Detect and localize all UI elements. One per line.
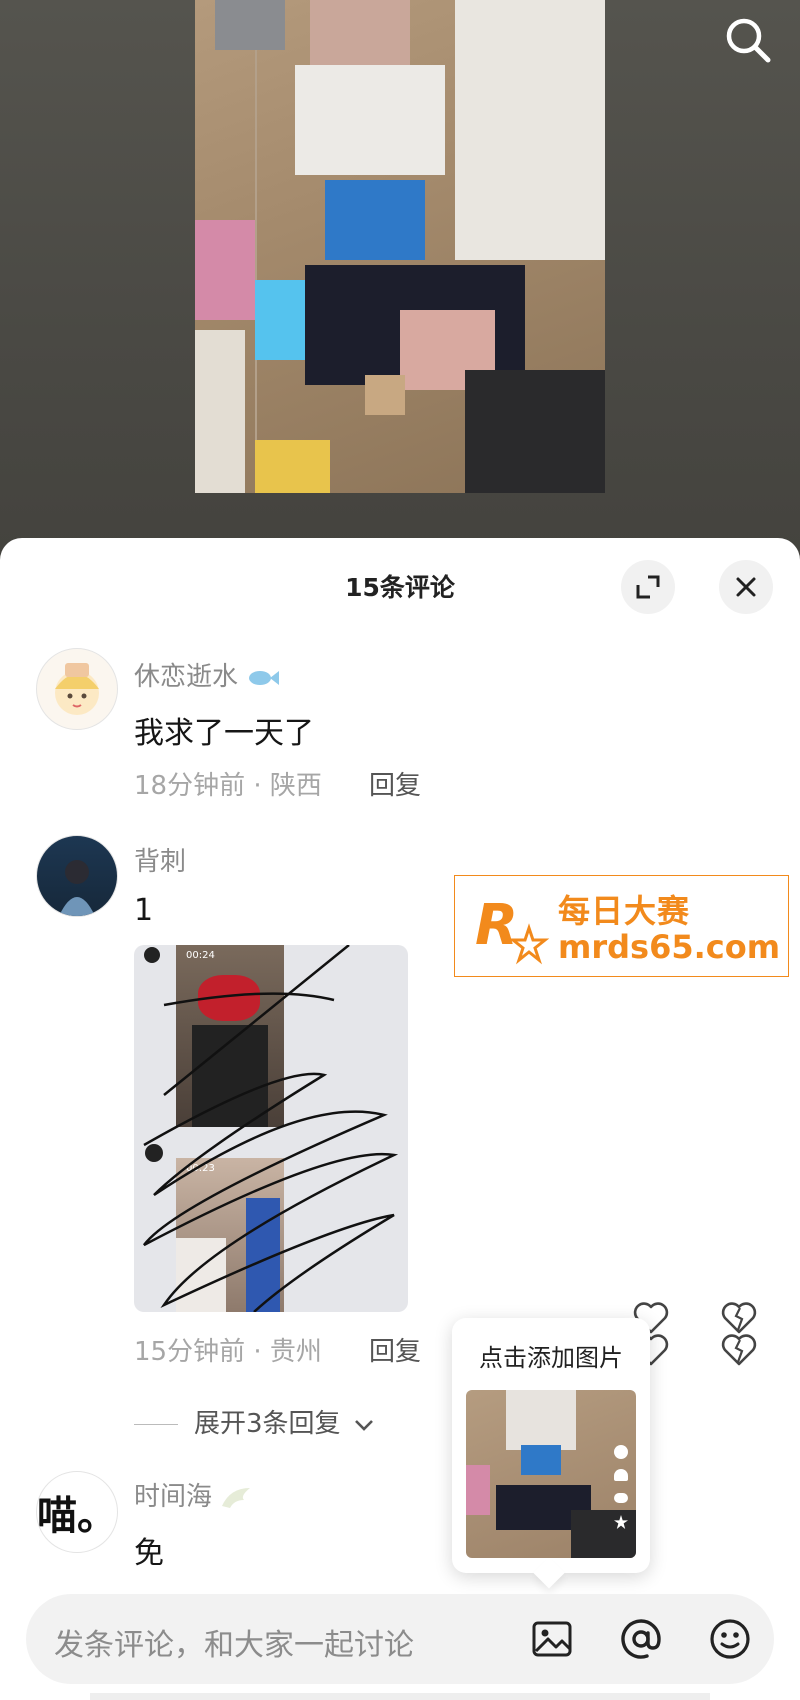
username[interactable]: 休恋逝水 bbox=[134, 662, 238, 692]
expand-icon bbox=[636, 575, 660, 599]
image-icon bbox=[532, 1621, 572, 1657]
comment-text: 免 bbox=[134, 1536, 164, 1571]
comment-meta: 18分钟前 · 陕西 bbox=[134, 771, 322, 801]
bottom-divider bbox=[90, 1693, 710, 1700]
expand-replies-button[interactable]: 展开3条回复 bbox=[134, 1403, 375, 1440]
comment-text: 我求了一天了 bbox=[134, 716, 314, 751]
comment-meta: 15分钟前 · 贵州 bbox=[134, 1337, 322, 1367]
svg-text:R: R bbox=[475, 893, 518, 958]
close-icon bbox=[736, 577, 756, 597]
username[interactable]: 时间海 bbox=[134, 1482, 212, 1512]
avatar[interactable] bbox=[36, 835, 118, 917]
search-icon bbox=[726, 18, 771, 63]
image-button[interactable] bbox=[528, 1615, 576, 1663]
comment-input-bar[interactable]: 发条评论，和大家一起讨论 bbox=[26, 1594, 774, 1684]
screenshot-thumbnail[interactable] bbox=[466, 1390, 636, 1558]
expand-sheet-button[interactable] bbox=[621, 560, 675, 614]
thumb-comment-icon bbox=[614, 1493, 628, 1503]
watermark-banner: R 每日大赛 mrds65.com bbox=[454, 875, 789, 977]
broken-heart-icon bbox=[721, 1334, 757, 1366]
avatar-photo-icon bbox=[59, 860, 95, 916]
search-button[interactable] bbox=[718, 10, 778, 70]
emoji-button[interactable] bbox=[706, 1615, 754, 1663]
dislike-button[interactable] bbox=[718, 1329, 760, 1371]
fish-badge-icon bbox=[249, 670, 280, 685]
watermark-brand: 每日大赛 bbox=[558, 892, 691, 930]
thumb-star-icon bbox=[614, 1515, 628, 1529]
at-icon bbox=[621, 1619, 661, 1659]
thumb-heart-icon bbox=[614, 1469, 628, 1481]
comment-image[interactable]: 00:24 00:23 bbox=[134, 945, 408, 1312]
video-player[interactable] bbox=[195, 0, 605, 493]
mention-button[interactable] bbox=[617, 1615, 665, 1663]
watermark-url: mrds65.com bbox=[558, 928, 781, 966]
close-sheet-button[interactable] bbox=[719, 560, 773, 614]
reply-button[interactable]: 回复 bbox=[369, 1331, 421, 1368]
avatar[interactable]: 喵。 bbox=[36, 1471, 118, 1553]
emoji-icon bbox=[710, 1619, 750, 1659]
add-image-popup[interactable]: 点击添加图片 bbox=[452, 1318, 650, 1589]
avatar-cartoon-icon bbox=[55, 663, 99, 715]
comment-text: 1 bbox=[134, 893, 154, 928]
avatar[interactable] bbox=[36, 648, 118, 730]
reply-button[interactable]: 回复 bbox=[369, 765, 421, 802]
add-image-label: 点击添加图片 bbox=[479, 1344, 623, 1372]
chevron-down-icon bbox=[354, 1419, 373, 1431]
scribble-overlay bbox=[143, 945, 399, 1312]
comment-input[interactable]: 发条评论，和大家一起讨论 bbox=[54, 1620, 414, 1664]
wing-badge-icon bbox=[222, 1487, 251, 1508]
comment-count-title: 15条评论 bbox=[345, 573, 455, 602]
comment-sheet: 15条评论 休恋逝水 我求了一天了 18分钟前 · 陕西 回复 背刺 1 00:… bbox=[0, 538, 800, 1700]
thumb-avatar-icon bbox=[614, 1445, 628, 1459]
avatar-text: 喵。 bbox=[37, 1493, 117, 1539]
brand-logo-icon: R bbox=[475, 893, 550, 965]
username[interactable]: 背刺 bbox=[134, 841, 186, 878]
